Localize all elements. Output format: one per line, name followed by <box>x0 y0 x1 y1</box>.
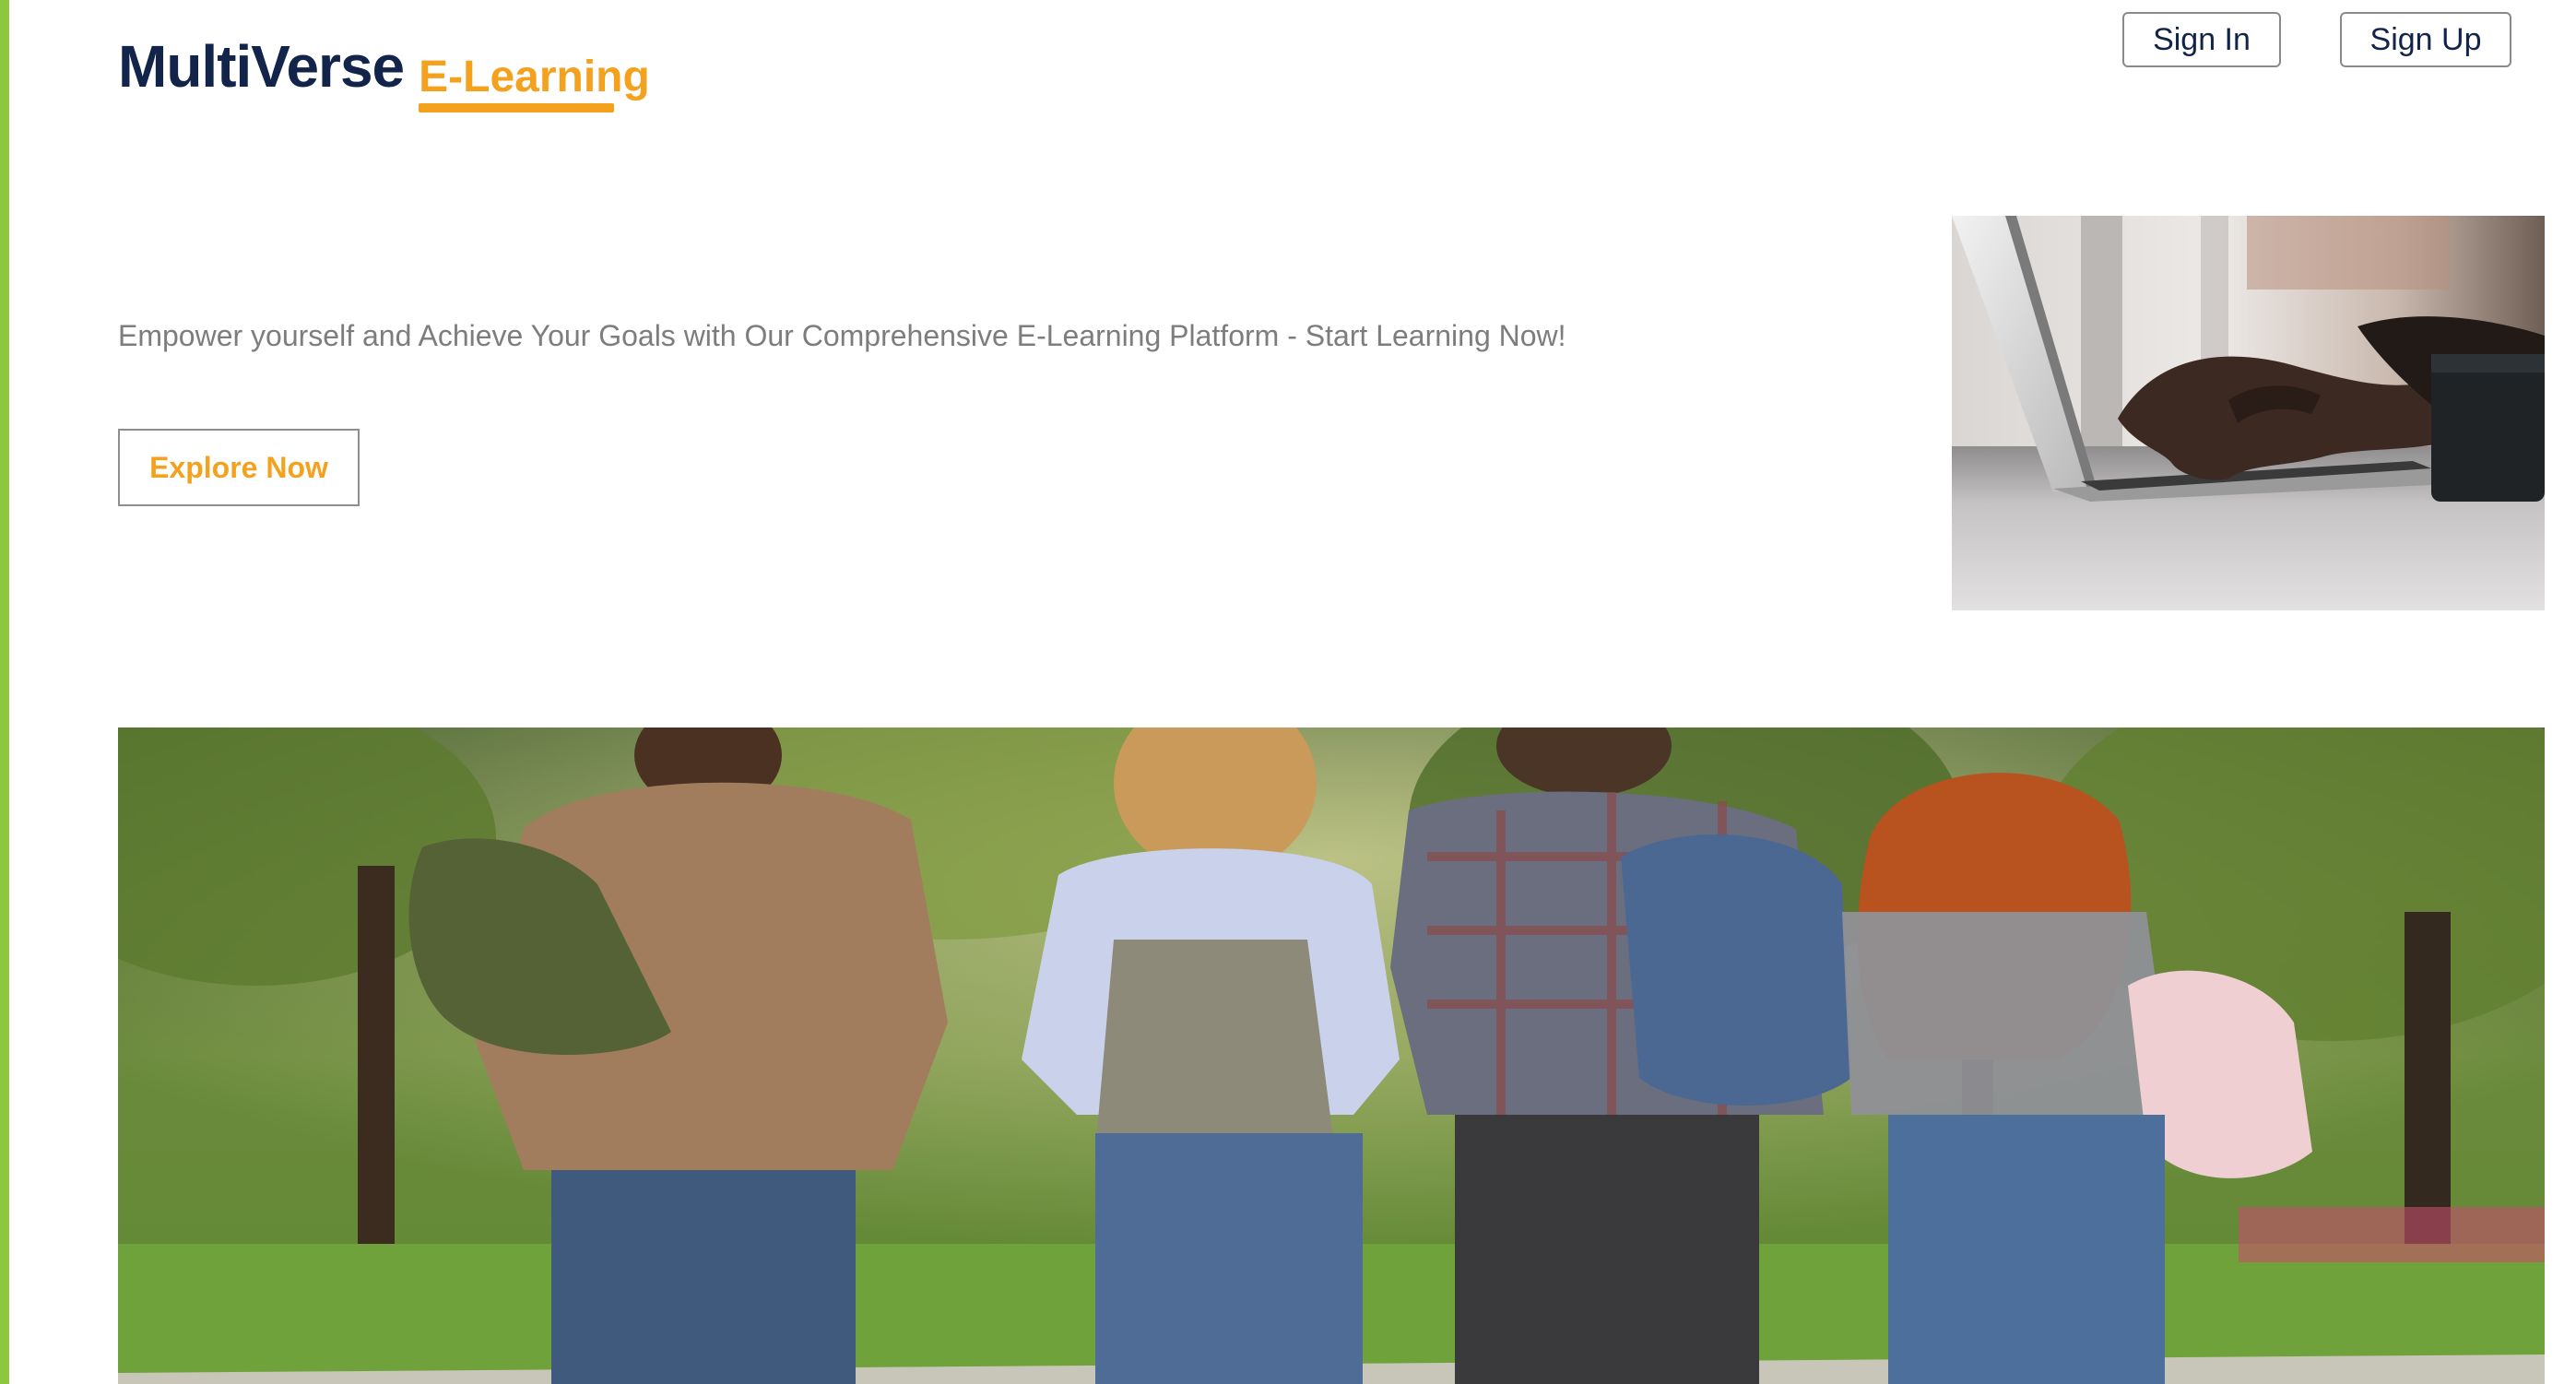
hero-tagline: Empower yourself and Achieve Your Goals … <box>118 319 1566 352</box>
brand-subtitle: E-Learning <box>419 53 650 112</box>
brand-underline <box>419 103 615 112</box>
students-walking-image <box>118 727 2545 1384</box>
laptop-typing-illustration <box>1952 216 2545 610</box>
sign-up-button[interactable]: Sign Up <box>2340 12 2511 67</box>
brand-logo[interactable]: MultiVerse E-Learning <box>118 13 650 112</box>
brand-subtitle-text: E-Learning <box>419 53 650 101</box>
explore-now-button[interactable]: Explore Now <box>118 429 360 506</box>
students-walking-illustration <box>118 727 2545 1384</box>
laptop-typing-image <box>1952 216 2545 610</box>
brand-name: MultiVerse <box>118 33 405 100</box>
landing-page: MultiVerse E-Learning Sign In Sign Up Em… <box>0 0 2576 1384</box>
left-accent-bar <box>0 0 9 1384</box>
sign-in-button[interactable]: Sign In <box>2122 12 2281 67</box>
